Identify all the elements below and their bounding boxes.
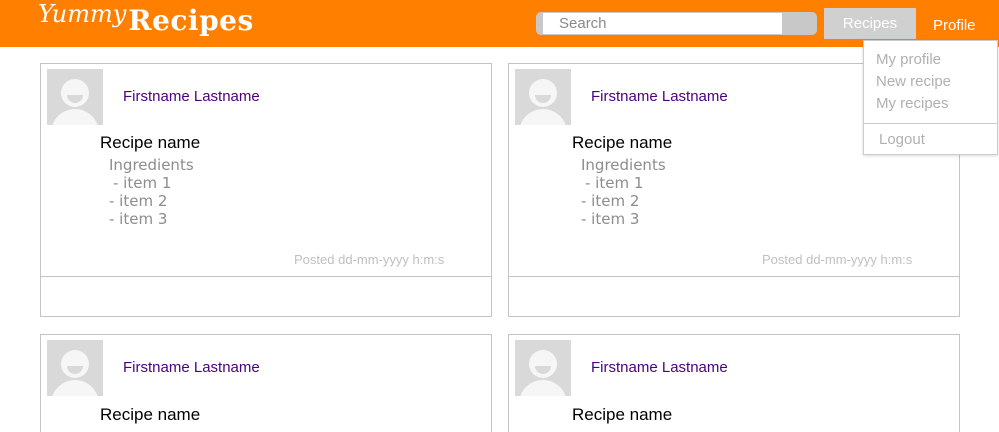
- ingredient-item: - item 1: [113, 174, 172, 192]
- card-footer-divider: [41, 276, 491, 277]
- logo-text-yummy: Yummy: [38, 0, 127, 28]
- avatar-body: [51, 380, 99, 396]
- menu-item-my-profile[interactable]: My profile: [876, 51, 941, 68]
- profile-button[interactable]: Profile: [933, 17, 976, 34]
- avatar: [47, 340, 103, 396]
- search-bar: [536, 12, 817, 35]
- recipe-name[interactable]: Recipe name: [572, 405, 672, 425]
- site-logo[interactable]: YummyRecipes: [38, 0, 254, 44]
- recipe-card[interactable]: Firstname Lastname Recipe name Ingredien…: [40, 63, 492, 317]
- recipe-name[interactable]: Recipe name: [572, 133, 672, 153]
- menu-item-my-recipes[interactable]: My recipes: [876, 95, 949, 112]
- posted-timestamp: Posted dd-mm-yyyy h:m:s: [762, 252, 913, 267]
- logo-text-recipes: Recipes: [128, 4, 254, 37]
- menu-item-new-recipe[interactable]: New recipe: [876, 73, 951, 90]
- avatar: [47, 69, 103, 125]
- avatar: [515, 69, 571, 125]
- author-name-link[interactable]: Firstname Lastname: [591, 88, 728, 105]
- search-button[interactable]: [784, 13, 816, 34]
- top-bar: YummyRecipes Recipes Profile: [0, 0, 999, 47]
- ingredient-item: - item 1: [585, 174, 644, 192]
- posted-timestamp: Posted dd-mm-yyyy h:m:s: [294, 252, 445, 267]
- ingredients-title: Ingredients: [109, 156, 194, 174]
- avatar: [515, 340, 571, 396]
- menu-item-logout[interactable]: Logout: [879, 131, 925, 148]
- avatar-body: [519, 109, 567, 125]
- recipe-card[interactable]: Firstname Lastname Recipe name: [508, 334, 960, 432]
- ingredient-item: - item 3: [581, 210, 640, 228]
- search-input[interactable]: [543, 13, 782, 34]
- recipes-button[interactable]: Recipes: [824, 8, 916, 39]
- author-name-link[interactable]: Firstname Lastname: [123, 88, 260, 105]
- ingredients-title: Ingredients: [581, 156, 666, 174]
- card-footer-divider: [509, 276, 959, 277]
- menu-divider: [864, 123, 997, 124]
- ingredient-item: - item 3: [109, 210, 168, 228]
- author-name-link[interactable]: Firstname Lastname: [591, 359, 728, 376]
- recipe-name[interactable]: Recipe name: [100, 405, 200, 425]
- recipe-name[interactable]: Recipe name: [100, 133, 200, 153]
- ingredient-item: - item 2: [581, 192, 640, 210]
- avatar-body: [51, 109, 99, 125]
- recipe-card[interactable]: Firstname Lastname Recipe name: [40, 334, 492, 432]
- ingredient-item: - item 2: [109, 192, 168, 210]
- profile-dropdown-menu: My profile New recipe My recipes Logout: [863, 40, 998, 155]
- author-name-link[interactable]: Firstname Lastname: [123, 359, 260, 376]
- avatar-body: [519, 380, 567, 396]
